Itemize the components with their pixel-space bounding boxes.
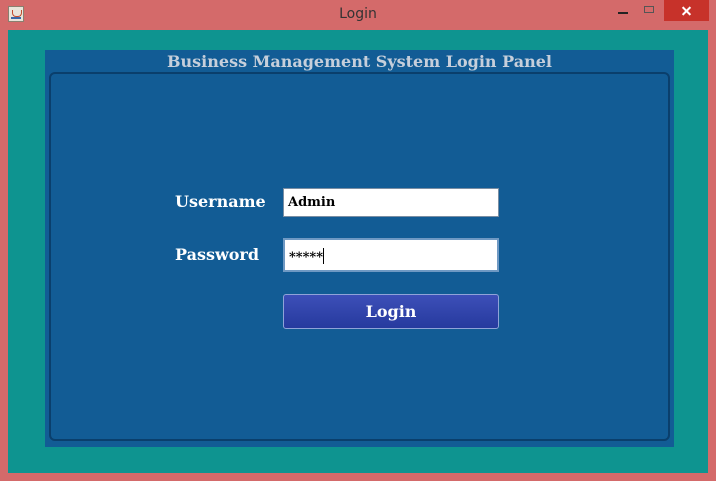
login-button[interactable]: Login: [283, 294, 499, 329]
close-icon[interactable]: [664, 0, 709, 21]
username-value: Admin: [288, 195, 336, 210]
password-label: Password: [175, 245, 260, 264]
text-caret: [323, 248, 324, 264]
password-value: *****: [289, 250, 323, 265]
maximize-icon[interactable]: [639, 0, 661, 22]
login-panel: Business Management System Login Panel U…: [45, 50, 674, 447]
title-bar[interactable]: Login: [0, 0, 716, 30]
login-window: Login Business Management System Login P…: [0, 0, 716, 481]
username-label: Username: [175, 192, 266, 211]
minimize-icon[interactable]: [612, 0, 634, 22]
username-field[interactable]: Admin: [283, 188, 499, 217]
password-field[interactable]: *****: [283, 238, 499, 272]
panel-title: Business Management System Login Panel: [167, 52, 552, 71]
window-content: Business Management System Login Panel U…: [8, 30, 708, 473]
window-title: Login: [339, 6, 377, 22]
